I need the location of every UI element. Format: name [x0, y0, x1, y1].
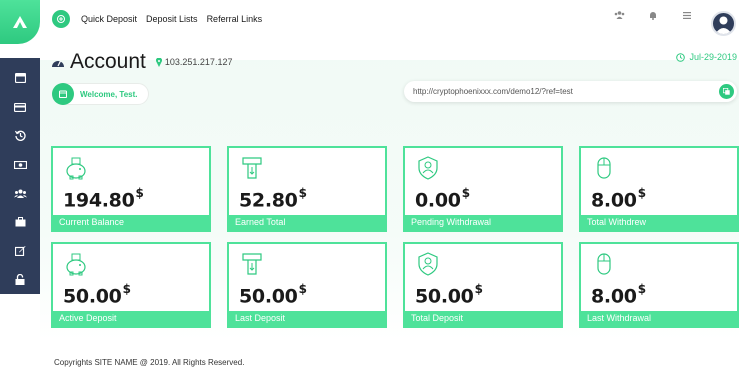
stat-label: Current Balance — [53, 215, 209, 230]
mouse-icon — [597, 253, 611, 275]
stat-value: 50.00$ — [415, 282, 483, 308]
stat-card-last-deposit: 50.00$ Last Deposit — [227, 242, 387, 328]
stat-label: Last Withdrawal — [581, 311, 737, 326]
page-header: Account 103.251.217.127 — [52, 50, 232, 74]
stat-card-total-withdrew: 8.00$ Total Withdrew — [579, 146, 739, 232]
referral-link-text[interactable]: http://cryptophoenixxx.com/demo12/?ref=t… — [413, 87, 719, 96]
ip-address: 103.251.217.127 — [164, 57, 233, 67]
copy-icon — [723, 88, 730, 95]
current-date: Jul-29-2019 — [689, 52, 737, 62]
stat-card-active-deposit: 50.00$ Active Deposit — [51, 242, 211, 328]
atm-withdraw-icon — [242, 253, 262, 275]
stat-card-earned-total: 52.80$ Earned Total — [227, 146, 387, 232]
stat-value: 50.00$ — [239, 282, 307, 308]
piggy-bank-icon — [66, 253, 86, 276]
sidebar-item-money[interactable] — [0, 150, 40, 179]
user-avatar-icon — [715, 16, 732, 34]
menu-toggle-button[interactable] — [52, 10, 70, 28]
nav-link-quick-deposit[interactable]: Quick Deposit — [81, 14, 137, 24]
history-icon — [14, 131, 26, 142]
stat-value: 8.00$ — [591, 282, 646, 308]
footer-copyright: Copyrights SITE NAME @ 2019. All Rights … — [54, 358, 245, 367]
hamburger-icon — [683, 11, 691, 19]
mouse-icon — [597, 157, 611, 179]
sidebar-item-briefcase[interactable] — [0, 208, 40, 237]
notifications-button[interactable] — [647, 9, 659, 21]
stat-label: Last Deposit — [229, 311, 385, 326]
top-icons — [613, 9, 693, 21]
welcome-icon-wrap — [52, 83, 74, 105]
sidebar — [0, 58, 40, 294]
stat-value: 194.80$ — [63, 186, 144, 212]
sidebar-item-lock[interactable] — [0, 265, 40, 294]
atm-withdraw-icon — [242, 157, 262, 179]
welcome-text: Welcome, Test. — [80, 89, 138, 99]
sidebar-item-history[interactable] — [0, 122, 40, 151]
users-icon — [13, 189, 27, 198]
site-logo[interactable] — [0, 0, 40, 44]
dashboard-gauge-icon — [52, 60, 64, 67]
users-button[interactable] — [613, 9, 625, 21]
briefcase-icon — [15, 217, 25, 227]
piggy-bank-icon — [66, 157, 86, 180]
stat-value: 0.00$ — [415, 186, 470, 212]
bell-icon — [650, 11, 656, 20]
welcome-badge: Welcome, Test. — [52, 83, 149, 105]
page-title: Account — [70, 50, 146, 73]
stat-card-pending-withdrawal: 0.00$ Pending Withdrawal — [403, 146, 563, 232]
logo-icon — [13, 16, 27, 28]
stat-card-current-balance: 194.80$ Current Balance — [51, 146, 211, 232]
location-pin-icon — [155, 57, 162, 67]
calendar-icon — [59, 90, 67, 98]
users-icon — [614, 11, 624, 19]
clock-icon — [676, 52, 686, 62]
stat-card-total-deposit: 50.00$ Total Deposit — [403, 242, 563, 328]
shield-user-icon — [418, 252, 438, 276]
sidebar-item-card[interactable] — [0, 93, 40, 122]
stat-value: 50.00$ — [63, 282, 131, 308]
sidebar-item-users[interactable] — [0, 179, 40, 208]
dashboard-icon — [14, 73, 26, 84]
stat-card-last-withdrawal: 8.00$ Last Withdrawal — [579, 242, 739, 328]
card-icon — [14, 102, 26, 112]
stat-value: 52.80$ — [239, 186, 307, 212]
money-icon — [13, 160, 27, 169]
nav-link-deposit-lists[interactable]: Deposit Lists — [146, 14, 198, 24]
plus-circle-icon — [57, 15, 65, 23]
menu-button[interactable] — [681, 9, 693, 21]
stat-label: Earned Total — [229, 215, 385, 230]
shield-user-icon — [418, 156, 438, 180]
stat-label: Total Withdrew — [581, 215, 737, 230]
stat-label: Active Deposit — [53, 311, 209, 326]
referral-link-field[interactable]: http://cryptophoenixxx.com/demo12/?ref=t… — [404, 81, 737, 102]
avatar[interactable] — [711, 11, 736, 36]
stat-label: Total Deposit — [405, 311, 561, 326]
date-display: Jul-29-2019 — [676, 52, 737, 62]
sidebar-item-dashboard[interactable] — [0, 64, 40, 93]
nav-link-referral-links[interactable]: Referral Links — [207, 14, 263, 24]
edit-icon — [14, 246, 25, 257]
stat-value: 8.00$ — [591, 186, 646, 212]
stat-label: Pending Withdrawal — [405, 215, 561, 230]
copy-link-button[interactable] — [719, 84, 734, 99]
lock-icon — [15, 274, 25, 286]
sidebar-item-edit[interactable] — [0, 237, 40, 266]
